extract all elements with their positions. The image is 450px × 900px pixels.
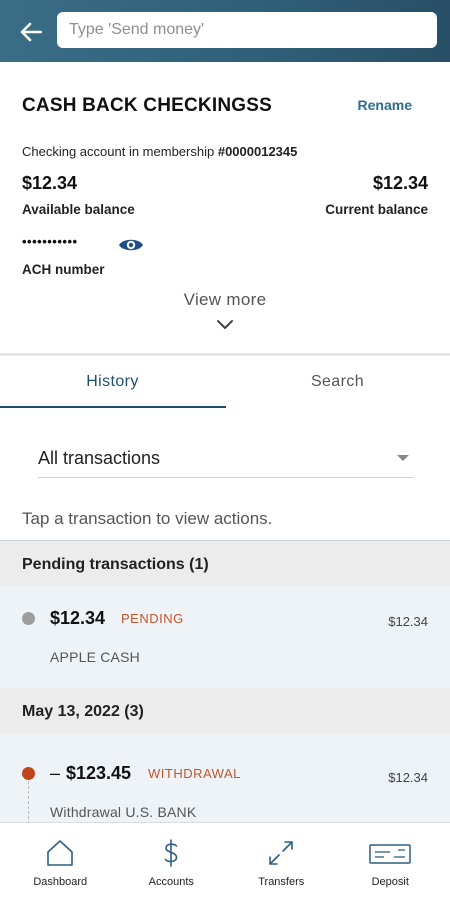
transaction-description: APPLE CASH bbox=[50, 649, 140, 665]
nav-deposit[interactable]: Deposit bbox=[334, 823, 447, 900]
tab-history[interactable]: History bbox=[0, 357, 225, 407]
tab-search[interactable]: Search bbox=[225, 357, 450, 407]
transaction-row[interactable]: $12.34 PENDING $12.34 APPLE CASH bbox=[0, 586, 450, 688]
status-badge: PENDING bbox=[121, 611, 184, 626]
transaction-amount: $12.34 bbox=[50, 608, 106, 628]
membership-prefix: Checking account in membership bbox=[22, 144, 215, 159]
nav-label: Deposit bbox=[371, 876, 409, 888]
nav-dashboard[interactable]: Dashboard bbox=[4, 823, 117, 900]
transfer-arrows-icon bbox=[269, 841, 294, 865]
bottom-navigation: Dashboard Accounts Transfers Deposit bbox=[0, 822, 450, 900]
current-balance-value: $12.34 bbox=[372, 173, 428, 193]
section-header-pending: Pending transactions (1) bbox=[0, 540, 450, 586]
nav-label: Accounts bbox=[148, 876, 194, 888]
search-input[interactable] bbox=[57, 12, 437, 48]
status-dot bbox=[22, 767, 35, 780]
section-header-date: May 13, 2022 (3) bbox=[0, 688, 450, 734]
transaction-amount: $123.45 bbox=[66, 763, 132, 783]
section-title: May 13, 2022 (3) bbox=[22, 703, 144, 720]
available-balance-value: $12.34 bbox=[22, 173, 78, 193]
transaction-row[interactable]: – $123.45 WITHDRAWAL $12.34 Withdrawal U… bbox=[0, 734, 450, 824]
transaction-balance: $12.34 bbox=[388, 770, 428, 785]
transaction-description: Withdrawal U.S. BANK bbox=[50, 804, 197, 820]
filter-selected-value: All transactions bbox=[38, 448, 161, 468]
section-title: Pending transactions (1) bbox=[22, 556, 209, 573]
nav-label: Transfers bbox=[258, 876, 305, 888]
rename-link[interactable]: Rename bbox=[358, 97, 412, 113]
section-divider bbox=[0, 353, 450, 356]
active-tab-indicator bbox=[0, 406, 226, 408]
membership-info: Checking account in membership #00000123… bbox=[22, 144, 297, 159]
eye-icon[interactable] bbox=[118, 236, 144, 254]
status-dot bbox=[22, 612, 35, 625]
top-bar bbox=[0, 0, 450, 62]
ach-number-masked: ••••••••••• bbox=[22, 234, 78, 249]
arrow-left-icon bbox=[20, 22, 42, 42]
hint-text: Tap a transaction to view actions. bbox=[22, 509, 273, 528]
membership-number: #0000012345 bbox=[217, 144, 298, 159]
status-badge: WITHDRAWAL bbox=[148, 766, 241, 781]
check-deposit-icon bbox=[369, 844, 411, 864]
current-balance-label: Current balance bbox=[325, 202, 428, 217]
nav-transfers[interactable]: Transfers bbox=[225, 823, 338, 900]
dropdown-caret-icon bbox=[397, 455, 409, 461]
view-more-button[interactable]: View more bbox=[0, 290, 450, 310]
dollar-icon bbox=[164, 839, 178, 867]
timeline-line bbox=[28, 781, 29, 824]
account-name: CASH BACK CHECKINGSS bbox=[22, 95, 272, 116]
ach-number-label: ACH number bbox=[22, 262, 105, 277]
transaction-balance: $12.34 bbox=[388, 614, 428, 629]
account-card: CASH BACK CHECKINGSS Rename Checking acc… bbox=[0, 62, 450, 354]
available-balance-label: Available balance bbox=[22, 202, 135, 217]
amount-sign: – bbox=[50, 763, 61, 783]
back-button[interactable] bbox=[18, 19, 44, 45]
nav-accounts[interactable]: Accounts bbox=[115, 823, 228, 900]
chevron-down-icon[interactable] bbox=[216, 319, 234, 331]
transaction-filter-select[interactable]: All transactions bbox=[38, 438, 413, 478]
home-icon bbox=[47, 840, 74, 866]
nav-label: Dashboard bbox=[33, 876, 88, 888]
